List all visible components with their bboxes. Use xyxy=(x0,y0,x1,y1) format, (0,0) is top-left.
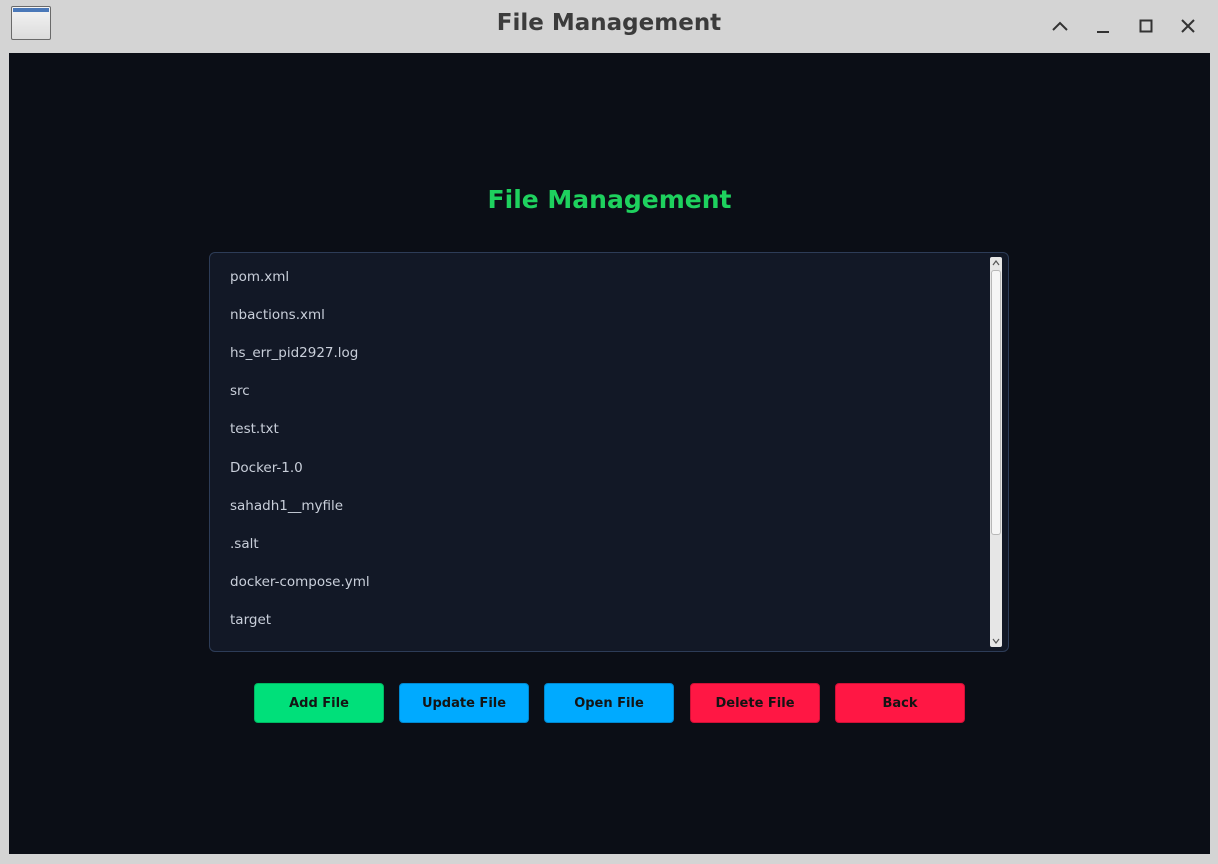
add-file-button[interactable]: Add File xyxy=(254,683,384,723)
back-button[interactable]: Back xyxy=(835,683,965,723)
file-list-item[interactable]: test.txt xyxy=(230,410,279,448)
scroll-up-button[interactable] xyxy=(990,257,1002,269)
update-file-button[interactable]: Update File xyxy=(399,683,529,723)
file-list-item[interactable]: .salt xyxy=(230,525,259,563)
file-list-item[interactable]: src xyxy=(230,372,250,410)
vertical-scrollbar[interactable] xyxy=(990,257,1002,647)
window-title: File Management xyxy=(496,10,722,36)
collapse-up-icon xyxy=(1052,21,1068,31)
minimize-icon xyxy=(1097,31,1109,33)
file-list-item[interactable]: Docker-1.0 xyxy=(230,449,303,487)
file-list-item[interactable]: sahadh1__myfile xyxy=(230,487,343,525)
file-list[interactable]: pom.xml nbactions.xml hs_err_pid2927.log… xyxy=(209,252,1009,652)
maximize-icon xyxy=(1139,19,1153,33)
file-list-item[interactable]: pom.xml xyxy=(230,258,289,296)
page-heading: File Management xyxy=(487,185,732,214)
close-button[interactable] xyxy=(1174,12,1202,40)
scroll-down-button[interactable] xyxy=(990,635,1002,647)
maximize-button[interactable] xyxy=(1132,12,1160,40)
file-list-item[interactable]: hs_err_pid2927.log xyxy=(230,334,358,372)
scroll-down-icon xyxy=(992,638,1000,644)
file-list-item[interactable]: docker-compose.yml xyxy=(230,563,370,601)
file-list-item[interactable]: nbactions.xml xyxy=(230,296,325,334)
close-icon xyxy=(1181,19,1195,33)
scrollbar-thumb[interactable] xyxy=(991,270,1001,535)
delete-file-button[interactable]: Delete File xyxy=(690,683,820,723)
minimize-button[interactable] xyxy=(1089,12,1117,40)
title-bar[interactable]: File Management xyxy=(0,0,1218,53)
open-file-button[interactable]: Open File xyxy=(544,683,674,723)
main-content: File Management pom.xml nbactions.xml hs… xyxy=(9,53,1210,854)
collapse-up-button[interactable] xyxy=(1046,12,1074,40)
file-list-item[interactable]: target xyxy=(230,601,271,639)
scroll-up-icon xyxy=(992,260,1000,266)
